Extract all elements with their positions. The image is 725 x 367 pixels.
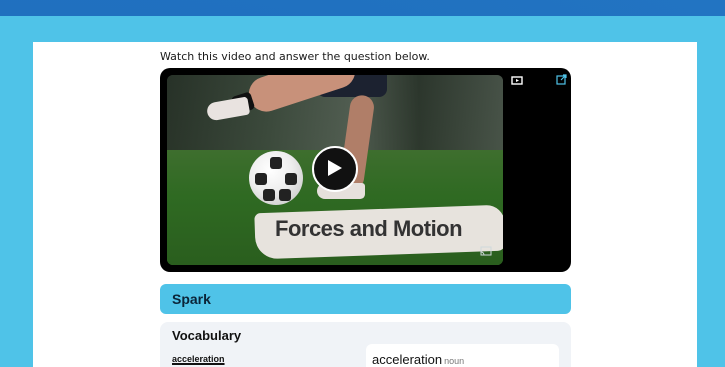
spark-label: Spark	[172, 291, 211, 307]
vocabulary-panel: Vocabulary acceleration acceleration noun	[160, 322, 571, 367]
cast-icon[interactable]	[480, 246, 492, 256]
tv-icon[interactable]	[511, 76, 523, 86]
definition-term: acceleration	[372, 352, 443, 367]
vocabulary-heading: Vocabulary	[172, 328, 242, 343]
video-title: Forces and Motion	[275, 216, 463, 241]
spark-section-header[interactable]: Spark	[160, 284, 571, 314]
play-icon	[328, 160, 342, 176]
instruction-text: Watch this video and answer the question…	[160, 50, 430, 63]
definition-card: acceleration noun	[366, 344, 559, 367]
part-of-speech: noun	[444, 356, 465, 366]
soccer-ball	[249, 151, 303, 205]
external-link-icon[interactable]	[556, 74, 567, 85]
video-player[interactable]: Forces and Motion	[160, 68, 571, 272]
vocabulary-term-link[interactable]: acceleration	[172, 354, 225, 364]
play-button[interactable]	[312, 146, 358, 192]
lesson-card: Watch this video and answer the question…	[33, 42, 697, 367]
video-thumbnail[interactable]: Forces and Motion	[167, 75, 503, 265]
content-frame: Watch this video and answer the question…	[0, 16, 725, 367]
definition-word: acceleration noun	[372, 352, 464, 367]
